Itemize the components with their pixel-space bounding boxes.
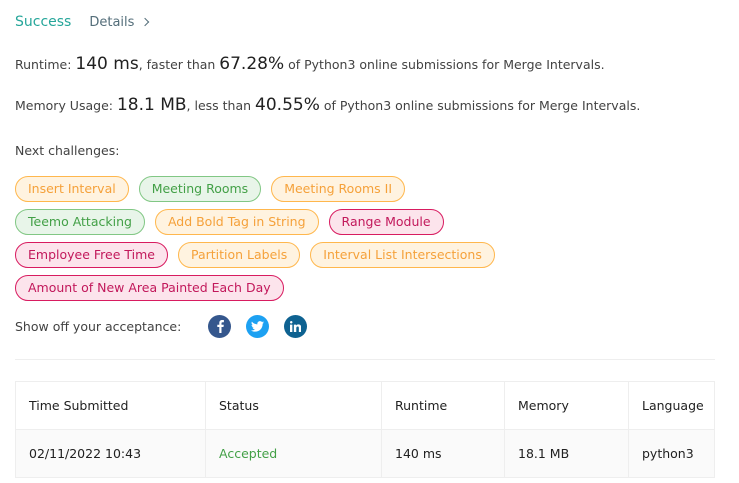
column-header-memory: Memory	[505, 382, 629, 429]
column-header-language: Language	[642, 398, 704, 413]
details-label[interactable]: Details	[89, 15, 134, 30]
column-header-runtime: Runtime	[382, 382, 505, 429]
status-success: Success	[15, 14, 72, 30]
runtime-suffix: of Python3 online submissions for Merge …	[284, 57, 605, 72]
runtime-stat: Runtime: 140 ms, faster than 67.28% of P…	[15, 54, 605, 74]
facebook-icon[interactable]	[208, 314, 232, 338]
cell-time-submitted: 02/11/2022 10:43	[16, 430, 206, 477]
linkedin-icon[interactable]	[284, 314, 308, 338]
challenge-chip[interactable]: Interval List Intersections	[310, 242, 495, 268]
runtime-prefix: Runtime:	[15, 57, 76, 72]
memory-prefix: Memory Usage:	[15, 98, 117, 113]
cell-memory: 18.1 MB	[505, 430, 629, 477]
challenge-chip[interactable]: Meeting Rooms	[138, 176, 262, 202]
challenge-chip[interactable]: Insert Interval	[15, 176, 129, 202]
table-header-row: Time Submitted Status Runtime Memory Lan…	[16, 382, 714, 430]
memory-percent: 40.55%	[255, 95, 320, 115]
status-accepted-link[interactable]: Accepted	[219, 446, 277, 461]
memory-stat: Memory Usage: 18.1 MB, less than 40.55% …	[15, 95, 640, 115]
next-challenges-label: Next challenges:	[15, 143, 120, 158]
challenge-chip[interactable]: Amount of New Area Painted Each Day	[15, 275, 284, 301]
chevron-right-icon	[141, 17, 150, 27]
challenge-chip[interactable]: Meeting Rooms II	[271, 176, 406, 202]
column-header-status: Status	[206, 382, 382, 429]
cell-runtime: 140 ms	[382, 430, 505, 477]
share-label: Show off your acceptance:	[15, 318, 182, 334]
next-challenges-list: Insert Interval Meeting Rooms Meeting Ro…	[15, 176, 715, 308]
chip-row: Insert Interval Meeting Rooms Meeting Ro…	[15, 176, 715, 202]
runtime-value: 140 ms	[75, 54, 139, 74]
runtime-percent: 67.28%	[219, 54, 285, 74]
twitter-icon[interactable]	[246, 314, 270, 338]
table-row: 02/11/2022 10:43 Accepted 140 ms 18.1 MB…	[16, 430, 714, 478]
chip-row: Teemo Attacking Add Bold Tag in String R…	[15, 209, 715, 235]
chip-row: Employee Free Time Partition Labels Inte…	[15, 242, 715, 268]
result-header: Success Details	[15, 12, 150, 32]
runtime-mid: , faster than	[138, 57, 220, 72]
memory-suffix: of Python3 online submissions for Merge …	[319, 98, 641, 113]
challenge-chip[interactable]: Employee Free Time	[15, 242, 168, 268]
chip-row: Amount of New Area Painted Each Day	[15, 275, 715, 301]
column-header-time-submitted: Time Submitted	[16, 382, 206, 429]
memory-value: 18.1 MB	[116, 95, 187, 115]
memory-mid: , less than	[186, 98, 256, 113]
challenge-chip[interactable]: Add Bold Tag in String	[154, 209, 319, 235]
share-bar: Show off your acceptance:	[15, 314, 322, 338]
challenge-chip[interactable]: Partition Labels	[177, 242, 301, 268]
section-divider	[15, 359, 715, 360]
details-link[interactable]: Details	[89, 15, 150, 30]
challenge-chip[interactable]: Range Module	[328, 209, 444, 235]
submissions-table: Time Submitted Status Runtime Memory Lan…	[15, 381, 715, 478]
challenge-chip[interactable]: Teemo Attacking	[15, 209, 145, 235]
cell-language: python3	[629, 430, 714, 477]
cell-status: Accepted	[206, 430, 382, 477]
